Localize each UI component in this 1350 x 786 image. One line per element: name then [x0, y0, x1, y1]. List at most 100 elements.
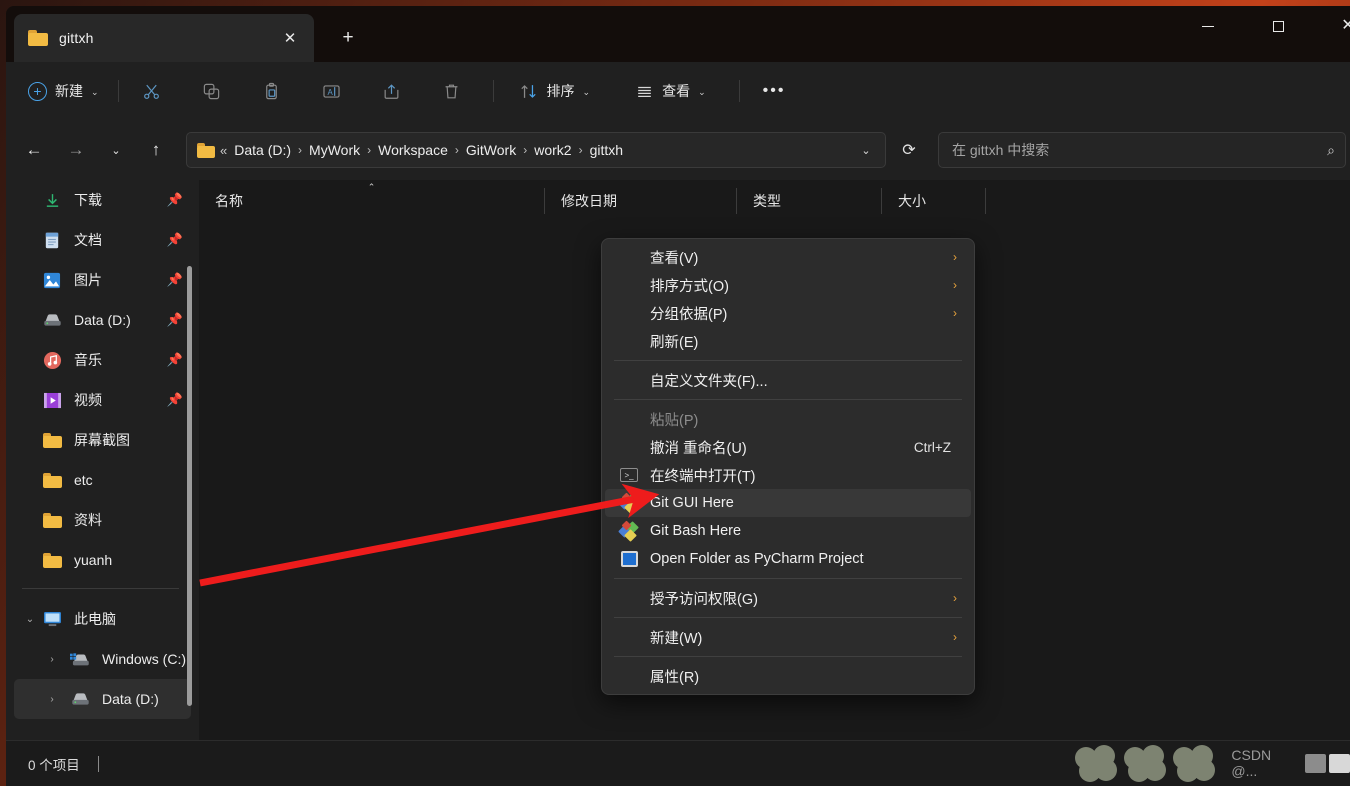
maximize-button[interactable]: [1255, 6, 1301, 46]
pin-icon[interactable]: 📌: [167, 272, 183, 288]
sidebar-item-label: 下载: [74, 192, 102, 208]
share-button[interactable]: [373, 74, 411, 108]
breadcrumb-item-1[interactable]: MyWork: [304, 138, 365, 162]
breadcrumb-overflow-icon[interactable]: «: [220, 143, 229, 158]
chevron-down-icon[interactable]: ⌄: [22, 614, 38, 625]
delete-button[interactable]: [433, 74, 471, 108]
context-menu[interactable]: 查看(V) › 排序方式(O) › 分组依据(P) › 刷新(E) 自定义文件夹…: [601, 238, 975, 695]
pin-icon[interactable]: 📌: [167, 192, 183, 208]
folder-icon: [42, 550, 62, 570]
sidebar-item-windows-c[interactable]: › Windows (C:): [14, 639, 191, 679]
sidebar-item-screenshots[interactable]: 屏幕截图: [14, 420, 191, 460]
back-button[interactable]: ←: [17, 133, 51, 167]
breadcrumb-separator-icon[interactable]: ›: [296, 143, 304, 157]
menu-item-git-bash-here[interactable]: Git Bash Here: [605, 517, 971, 545]
menu-item-view[interactable]: 查看(V) ›: [605, 243, 971, 271]
breadcrumb-item-0[interactable]: Data (D:): [229, 138, 296, 162]
sidebar-item-downloads[interactable]: 下载 📌: [14, 180, 191, 220]
download-icon: [42, 190, 62, 210]
computer-icon: [42, 609, 62, 629]
menu-item-label: 查看(V): [650, 250, 699, 267]
column-header-name[interactable]: ⌃ 名称: [199, 180, 544, 222]
sidebar-item-this-pc[interactable]: ⌄ 此电脑: [14, 599, 191, 639]
view-button-label: 查看: [662, 83, 691, 99]
up-button[interactable]: ↑: [139, 133, 173, 167]
cut-button[interactable]: [133, 74, 171, 108]
copy-button[interactable]: [193, 74, 231, 108]
view-button[interactable]: 查看 ⌄: [625, 74, 715, 108]
search-input[interactable]: [952, 142, 1328, 158]
sidebar-item-materials[interactable]: 资料: [14, 500, 191, 540]
breadcrumb-separator-icon[interactable]: ›: [577, 143, 585, 157]
paste-button[interactable]: [253, 74, 291, 108]
menu-item-open-in-terminal[interactable]: >_ 在终端中打开(T): [605, 461, 971, 489]
menu-item-label: Git GUI Here: [650, 495, 734, 511]
file-explorer-window: gittxh ✕ + ✕ + 新建 ⌄ A 排序 ⌄ 查看 ⌄ ••• ← → …: [6, 6, 1350, 786]
sidebar-item-data-d[interactable]: Data (D:) 📌: [14, 300, 191, 340]
menu-item-open-folder-as-pycharm-project[interactable]: Open Folder as PyCharm Project: [605, 545, 971, 573]
sort-button-label: 排序: [546, 83, 575, 99]
sidebar-scrollbar[interactable]: [187, 266, 192, 706]
git-icon: [617, 520, 639, 542]
chevron-right-icon[interactable]: ›: [44, 694, 60, 705]
breadcrumb-item-3[interactable]: GitWork: [461, 138, 521, 162]
plus-icon: +: [28, 81, 47, 101]
new-tab-button[interactable]: +: [332, 22, 364, 54]
breadcrumb-dropdown-icon[interactable]: ⌄: [851, 136, 881, 164]
menu-item-undo-rename[interactable]: 撤消 重命名(U) Ctrl+Z: [605, 433, 971, 461]
refresh-button[interactable]: ⟳: [892, 133, 926, 167]
sidebar-item-label: Windows (C:): [102, 651, 187, 667]
delete-icon: [442, 81, 462, 101]
sidebar-item-yuanh[interactable]: yuanh: [14, 540, 191, 580]
sidebar-item-etc[interactable]: etc: [14, 460, 191, 500]
menu-item-customize-folder[interactable]: 自定义文件夹(F)...: [605, 366, 971, 394]
sidebar-item-pictures[interactable]: 图片 📌: [14, 260, 191, 300]
sidebar-item-label: Data (D:): [74, 312, 131, 328]
pin-icon[interactable]: 📌: [167, 392, 183, 408]
close-tab-button[interactable]: ✕: [276, 24, 304, 52]
navigation-pane[interactable]: 下载 📌 文档 📌 图片 📌 Data (D:) 📌 音乐 📌 视频 📌 屏幕截…: [6, 180, 199, 740]
menu-item-label: 分组依据(P): [650, 306, 728, 323]
close-window-button[interactable]: ✕: [1325, 6, 1350, 46]
sidebar-item-videos[interactable]: 视频 📌: [14, 380, 191, 420]
menu-item-group-by[interactable]: 分组依据(P) ›: [605, 299, 971, 327]
pin-icon[interactable]: 📌: [167, 232, 183, 248]
column-divider[interactable]: [985, 188, 986, 214]
breadcrumb-item-4[interactable]: work2: [529, 138, 576, 162]
menu-item-grant-access[interactable]: 授予访问权限(G) ›: [605, 584, 971, 612]
item-count-label: 0 个项目: [28, 757, 80, 773]
menu-item-new[interactable]: 新建(W) ›: [605, 623, 971, 651]
menu-item-sort-by[interactable]: 排序方式(O) ›: [605, 271, 971, 299]
breadcrumb-item-5[interactable]: gittxh: [585, 138, 628, 162]
chevron-right-icon[interactable]: ›: [44, 654, 60, 665]
breadcrumb-separator-icon[interactable]: ›: [521, 143, 529, 157]
rename-button[interactable]: A: [313, 74, 351, 108]
breadcrumb-item-2[interactable]: Workspace: [373, 138, 453, 162]
sidebar-item-documents[interactable]: 文档 📌: [14, 220, 191, 260]
menu-item-git-gui-here[interactable]: Git GUI Here: [605, 489, 971, 517]
recent-locations-button[interactable]: ⌄: [99, 133, 133, 167]
sidebar-item-music[interactable]: 音乐 📌: [14, 340, 191, 380]
column-header-size[interactable]: 大小: [882, 180, 985, 222]
breadcrumb-separator-icon[interactable]: ›: [453, 143, 461, 157]
new-button[interactable]: + 新建 ⌄: [22, 74, 108, 108]
drive-icon: [70, 689, 90, 709]
breadcrumb-separator-icon[interactable]: ›: [365, 143, 373, 157]
menu-item-properties[interactable]: 属性(R): [605, 662, 971, 690]
sidebar-item-data-d-tree[interactable]: › Data (D:): [14, 679, 191, 719]
sidebar-item-label: 文档: [74, 232, 102, 248]
column-header-date-modified[interactable]: 修改日期: [545, 180, 736, 222]
menu-item-refresh[interactable]: 刷新(E): [605, 327, 971, 355]
pin-icon[interactable]: 📌: [167, 352, 183, 368]
more-options-button[interactable]: •••: [754, 74, 795, 108]
breadcrumb[interactable]: « Data (D:) › MyWork › Workspace › GitWo…: [186, 132, 886, 168]
search-box[interactable]: ⌕: [938, 132, 1346, 168]
menu-item-label: 自定义文件夹(F)...: [650, 373, 768, 390]
pin-icon[interactable]: 📌: [167, 312, 183, 328]
column-header-type[interactable]: 类型: [737, 180, 881, 222]
watermark: CSDN @...: [1075, 742, 1350, 784]
tab-gittxh[interactable]: gittxh ✕: [14, 14, 314, 62]
minimize-button[interactable]: [1185, 6, 1231, 46]
sort-button[interactable]: 排序 ⌄: [510, 74, 600, 108]
forward-button[interactable]: →: [59, 133, 93, 167]
